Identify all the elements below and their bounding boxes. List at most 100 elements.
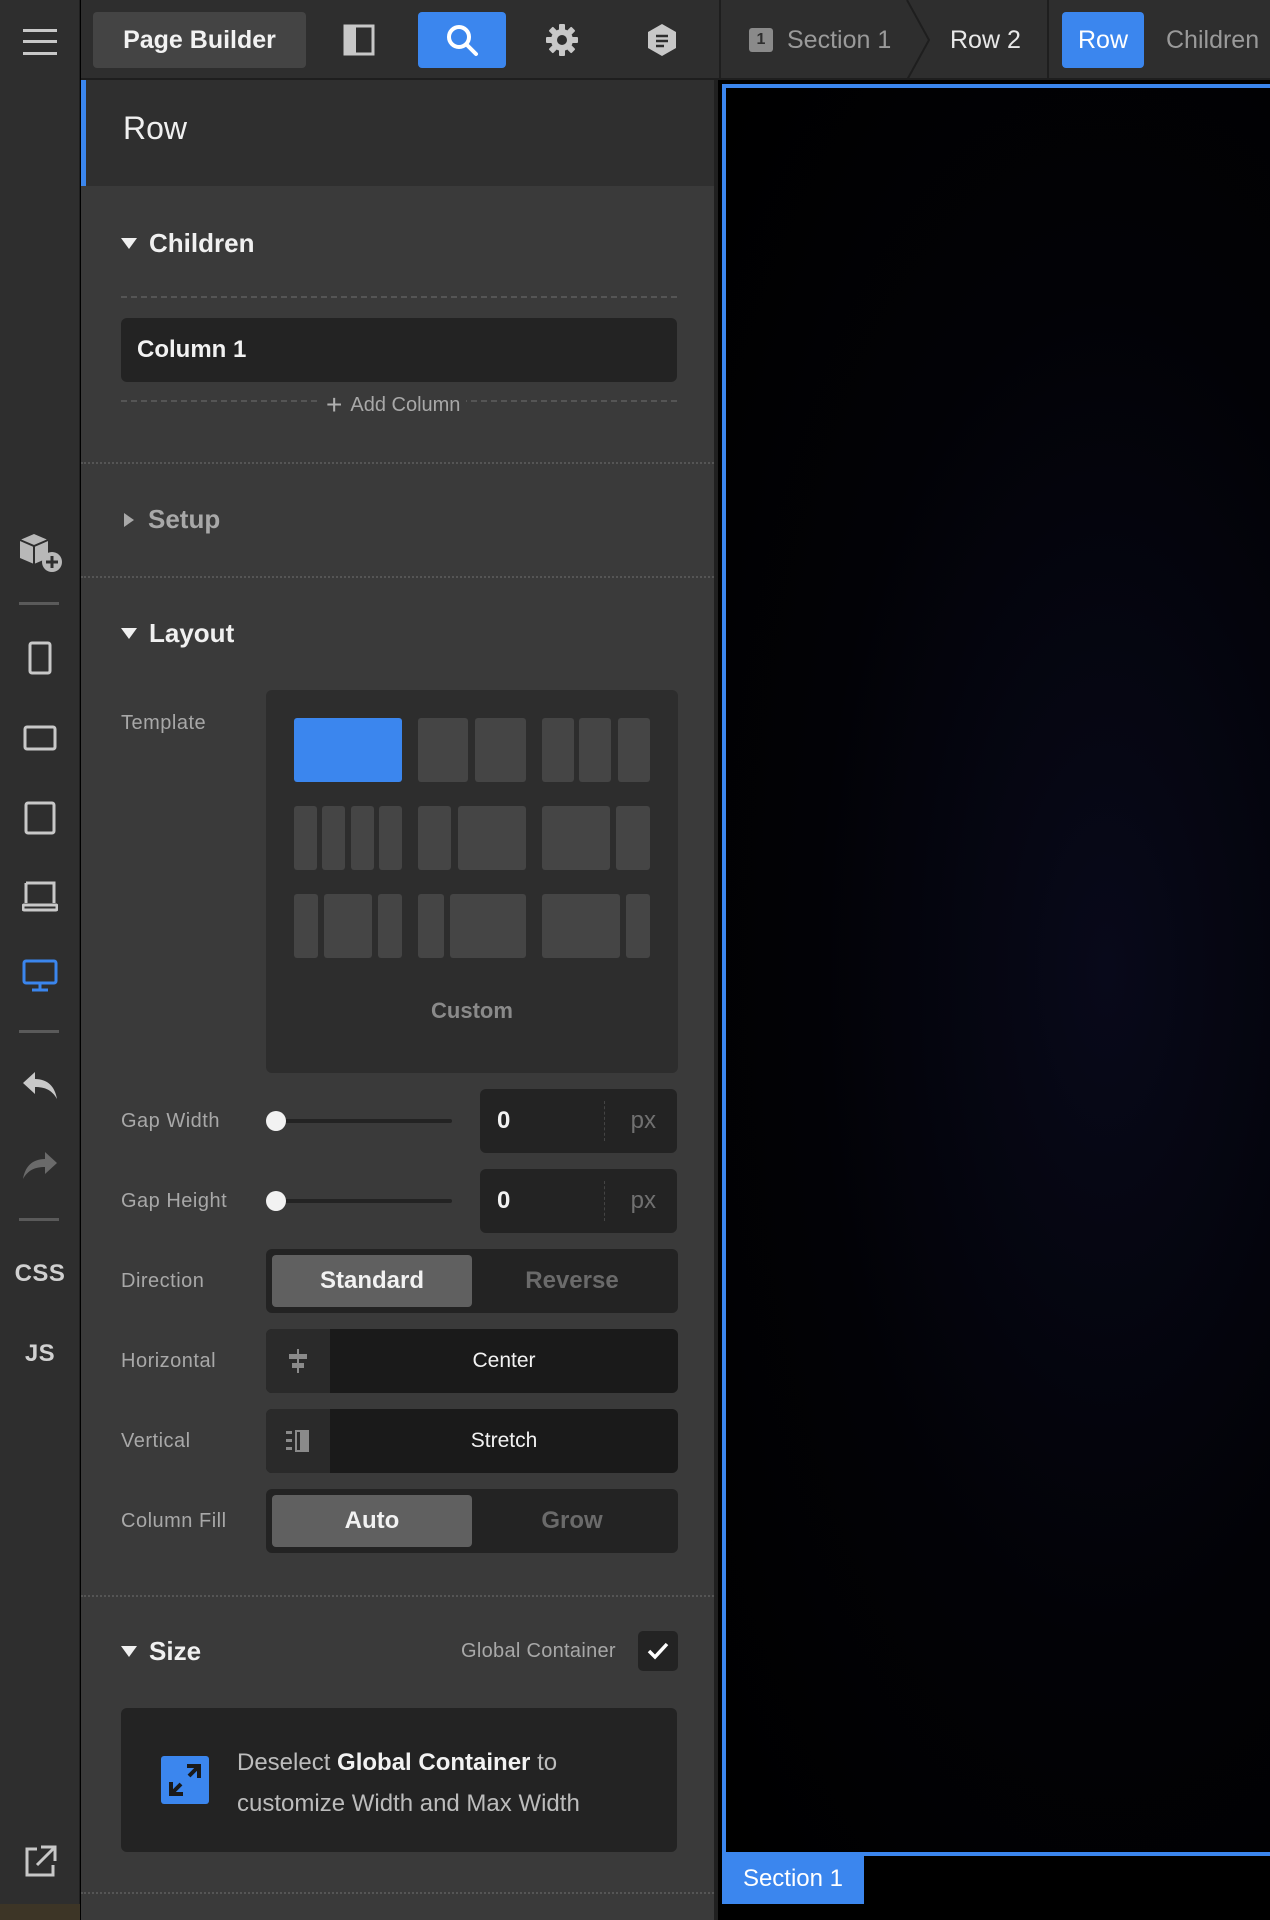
direction-standard-option[interactable]: Standard bbox=[272, 1255, 472, 1307]
direction-reverse-option[interactable]: Reverse bbox=[472, 1255, 672, 1307]
horizontal-select[interactable]: Center bbox=[266, 1329, 678, 1393]
setup-section-toggle[interactable]: Setup bbox=[121, 504, 220, 535]
child-column-item[interactable]: Column 1 bbox=[121, 318, 677, 382]
template-option-2col[interactable] bbox=[418, 718, 468, 782]
gap-width-unit: px bbox=[630, 1107, 656, 1134]
info-bold: Global Container bbox=[337, 1749, 531, 1776]
breadcrumb-section[interactable]: 1 Section 1 bbox=[749, 0, 891, 80]
add-element-icon[interactable] bbox=[0, 522, 80, 582]
template-option-2-1[interactable] bbox=[616, 806, 650, 870]
resize-icon bbox=[161, 1756, 209, 1804]
vertical-label: Vertical bbox=[121, 1430, 191, 1452]
vertical-select[interactable]: Stretch bbox=[266, 1409, 678, 1473]
template-option-4col[interactable] bbox=[294, 806, 317, 870]
horizontal-value: Center bbox=[472, 1349, 536, 1372]
triangle-right-icon bbox=[124, 512, 134, 527]
gap-height-input[interactable]: 0 px bbox=[480, 1169, 677, 1233]
setup-section-title: Setup bbox=[148, 504, 221, 534]
template-option-4col[interactable] bbox=[322, 806, 345, 870]
gear-icon[interactable] bbox=[518, 12, 606, 68]
size-section-toggle[interactable]: Size bbox=[121, 1636, 201, 1667]
column-fill-grow-option[interactable]: Grow bbox=[472, 1495, 672, 1547]
section-divider bbox=[81, 1892, 714, 1894]
horizontal-label: Horizontal bbox=[121, 1350, 217, 1372]
notes-badge-icon[interactable] bbox=[618, 12, 706, 68]
preview-canvas[interactable] bbox=[722, 84, 1270, 1856]
gap-height-value: 0 bbox=[497, 1187, 511, 1214]
breadcrumb-row[interactable]: Row 2 bbox=[950, 0, 1021, 80]
inspector-panel: Row Children Column 1 + Add Column Setup… bbox=[81, 80, 718, 1920]
template-label: Template bbox=[121, 712, 207, 734]
breadcrumb-children[interactable]: Children bbox=[1166, 0, 1259, 80]
desktop-icon[interactable] bbox=[0, 946, 80, 1006]
section-number-badge: 1 bbox=[749, 28, 773, 52]
align-center-icon bbox=[266, 1329, 330, 1393]
redo-icon[interactable] bbox=[0, 1136, 80, 1196]
gap-height-label: Gap Height bbox=[121, 1190, 228, 1212]
layout-panel-icon[interactable] bbox=[315, 12, 403, 68]
gap-width-input[interactable]: 0 px bbox=[480, 1089, 677, 1153]
external-link-icon[interactable] bbox=[0, 1832, 80, 1892]
input-divider bbox=[604, 1181, 605, 1221]
children-section-title: Children bbox=[149, 228, 255, 258]
tablet-icon[interactable] bbox=[0, 788, 80, 848]
children-section-toggle[interactable]: Children bbox=[121, 228, 254, 259]
plus-icon: + bbox=[326, 389, 343, 420]
template-grid: Custom bbox=[266, 690, 678, 1073]
add-column-button[interactable]: + Add Column bbox=[320, 389, 467, 420]
hamburger-menu-icon[interactable] bbox=[0, 12, 80, 72]
layout-section-toggle[interactable]: Layout bbox=[121, 618, 234, 649]
template-option-1-2-1[interactable] bbox=[294, 894, 318, 958]
column-fill-auto-option[interactable]: Auto bbox=[272, 1495, 472, 1547]
direction-toggle: Standard Reverse bbox=[266, 1249, 678, 1313]
breadcrumb-active[interactable]: Row bbox=[1062, 12, 1145, 68]
search-icon[interactable] bbox=[418, 12, 506, 68]
section-divider bbox=[81, 462, 714, 464]
phone-portrait-icon[interactable] bbox=[0, 628, 80, 688]
section-divider bbox=[81, 576, 714, 578]
template-option-1-2[interactable] bbox=[458, 806, 526, 870]
template-option-1col[interactable] bbox=[294, 718, 402, 782]
rail-divider bbox=[19, 1030, 59, 1033]
template-option-3-1[interactable] bbox=[542, 894, 620, 958]
gap-width-label: Gap Width bbox=[121, 1110, 220, 1132]
undo-icon[interactable] bbox=[0, 1056, 80, 1116]
template-option-1-2-1[interactable] bbox=[324, 894, 372, 958]
gap-width-slider-knob[interactable] bbox=[266, 1111, 286, 1131]
panel-header: Row bbox=[81, 80, 714, 186]
template-custom-button[interactable]: Custom bbox=[266, 998, 678, 1024]
laptop-icon[interactable] bbox=[0, 866, 80, 926]
template-option-1-3[interactable] bbox=[418, 894, 444, 958]
template-option-4col[interactable] bbox=[351, 806, 374, 870]
phone-landscape-icon[interactable] bbox=[0, 708, 80, 768]
breadcrumb-divider bbox=[1047, 0, 1049, 80]
info-prefix: Deselect bbox=[237, 1749, 338, 1776]
template-option-3col[interactable] bbox=[579, 718, 611, 782]
template-option-3col[interactable] bbox=[542, 718, 574, 782]
css-button[interactable]: CSS bbox=[0, 1244, 80, 1304]
template-option-3-1[interactable] bbox=[626, 894, 650, 958]
template-option-1-2[interactable] bbox=[418, 806, 451, 870]
gap-height-slider[interactable] bbox=[266, 1199, 452, 1203]
template-option-1-2-1[interactable] bbox=[378, 894, 402, 958]
gap-height-slider-knob[interactable] bbox=[266, 1191, 286, 1211]
template-option-3col[interactable] bbox=[618, 718, 650, 782]
global-container-label: Global Container bbox=[461, 1640, 616, 1662]
global-container-checkbox[interactable] bbox=[638, 1631, 678, 1671]
template-option-2col[interactable] bbox=[475, 718, 526, 782]
global-container-info: Deselect Global Container to customize W… bbox=[121, 1708, 677, 1852]
template-option-4col[interactable] bbox=[379, 806, 402, 870]
js-button[interactable]: JS bbox=[0, 1324, 80, 1384]
page-builder-button[interactable]: Page Builder bbox=[93, 12, 306, 68]
gap-width-slider[interactable] bbox=[266, 1119, 452, 1123]
global-container-info-text: Deselect Global Container to customize W… bbox=[237, 1742, 657, 1824]
template-option-2-1[interactable] bbox=[542, 806, 610, 870]
add-column-label: Add Column bbox=[350, 393, 461, 416]
vertical-value: Stretch bbox=[470, 1429, 538, 1452]
direction-label: Direction bbox=[121, 1270, 205, 1292]
gap-height-unit: px bbox=[630, 1187, 656, 1214]
template-option-1-3[interactable] bbox=[450, 894, 526, 958]
align-stretch-icon bbox=[266, 1409, 330, 1473]
section-tag[interactable]: Section 1 bbox=[722, 1854, 864, 1904]
breadcrumb-section-label: Section 1 bbox=[787, 25, 892, 54]
